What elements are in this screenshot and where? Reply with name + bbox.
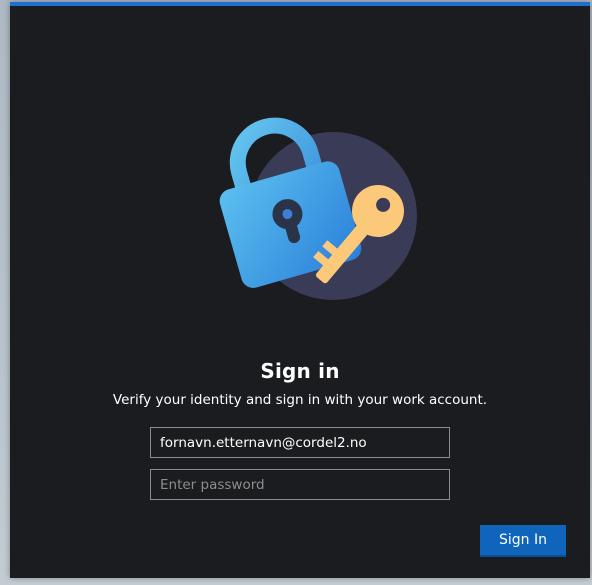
password-field[interactable] (150, 469, 450, 500)
page-title: Sign in (260, 359, 340, 383)
sign-in-button[interactable]: Sign In (480, 525, 566, 557)
sign-in-dialog: Sign in Verify your identity and sign in… (10, 2, 590, 578)
page-subtitle: Verify your identity and sign in with yo… (112, 392, 488, 408)
email-field[interactable] (150, 427, 450, 458)
lock-and-key-icon (219, 117, 417, 300)
